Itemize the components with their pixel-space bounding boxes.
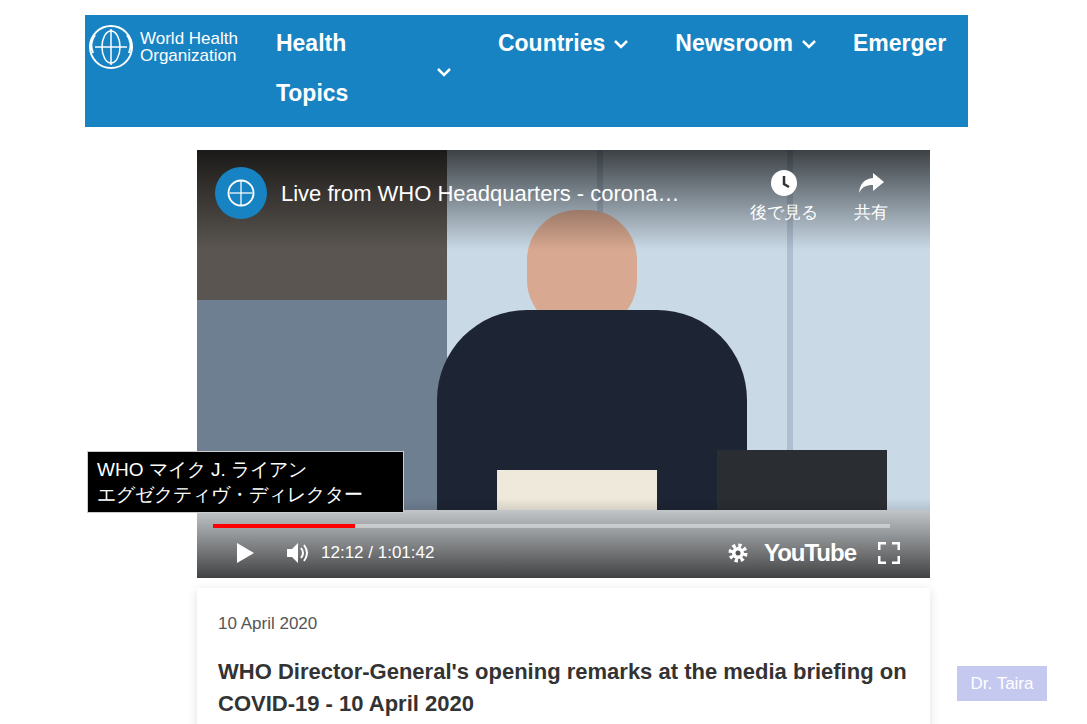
share-button[interactable]: 共有 [854,168,888,224]
nav-item[interactable]: Newsroom [675,18,817,68]
fullscreen-icon[interactable] [878,542,900,564]
channel-logo[interactable] [215,167,267,219]
share-icon [856,168,886,198]
time-display: 12:12 / 1:01:42 [321,542,434,564]
who-emblem-icon [226,178,256,208]
article-title[interactable]: WHO Director-General's opening remarks a… [218,656,909,720]
logo-line: World Health [140,30,238,47]
share-label: 共有 [854,202,888,224]
video-player[interactable]: Live from WHO Headquarters - corona… 後で見… [197,150,930,578]
nav-menu: Health Topics Countries Newsroom Emerger [238,15,946,118]
chevron-down-icon [613,39,629,49]
nav-label: Newsroom [675,18,793,68]
nav-item[interactable]: Emerger [853,18,946,68]
nav-item[interactable]: Countries [498,18,629,68]
clock-icon [769,168,799,198]
speaker-caption: WHO マイク J. ライアン エグゼクティヴ・ディレクター [87,451,404,513]
chevron-down-icon [436,67,452,77]
site-header: World Health Organization Health Topics C… [85,15,968,127]
video-title[interactable]: Live from WHO Headquarters - corona… [281,180,680,208]
youtube-logo[interactable]: YouTube [764,539,856,567]
nav-item[interactable]: Health Topics [276,18,452,118]
volume-icon[interactable] [285,541,311,565]
progress-track[interactable] [213,524,890,528]
nav-label: Health Topics [276,18,396,118]
caption-line: エグゼクティヴ・ディレクター [97,482,394,507]
who-logo[interactable]: World Health Organization [87,23,238,71]
article-date: 10 April 2020 [218,614,909,634]
progress-fill [213,524,355,528]
caption-line: WHO マイク J. ライアン [97,457,394,482]
nav-label: Countries [498,18,605,68]
author-badge: Dr. Taira [957,666,1047,701]
nav-label: Emerger [853,18,946,68]
chevron-down-icon [801,39,817,49]
logo-line: Organization [140,47,238,64]
article-card: 10 April 2020 WHO Director-General's ope… [197,588,930,724]
who-emblem-icon [87,23,135,71]
watch-later-label: 後で見る [750,202,818,224]
gear-icon[interactable] [726,541,750,565]
watch-later-button[interactable]: 後で見る [750,168,818,224]
play-icon[interactable] [235,542,255,564]
